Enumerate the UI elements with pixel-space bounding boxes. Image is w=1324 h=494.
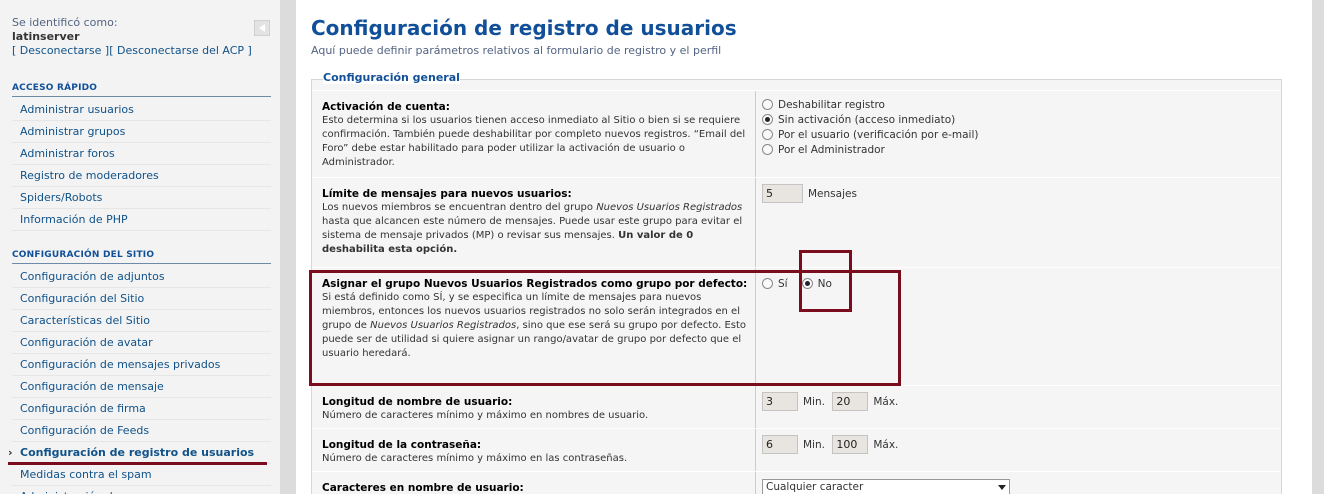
logout-acp-link[interactable]: Desconectarse del ACP	[117, 44, 244, 57]
radio-label: Por el Administrador	[778, 143, 885, 156]
password-length-controls: 6 Min. 100 Máx.	[762, 435, 898, 454]
activation-options: Deshabilitar registro Sin activación (ac…	[762, 97, 978, 157]
radio-button[interactable]	[762, 99, 773, 110]
site-config-heading: CONFIGURACIÓN DEL SITIO	[12, 250, 271, 264]
bracket-open: [	[12, 44, 20, 57]
post-limit-unit: Mensajes	[808, 187, 857, 200]
setting-row-account-activation: Activación de cuenta: Esto determina si …	[312, 90, 1281, 178]
identified-as-label: Se identificó como:	[12, 16, 118, 29]
radio-button[interactable]	[762, 129, 773, 140]
post-limit-input[interactable]: 5	[762, 184, 803, 203]
bracket-mid: ][	[101, 44, 117, 57]
setting-explain: Esto determina si los usuarios tienen ac…	[322, 115, 746, 168]
menu-item-site-config[interactable]: Configuración del Sitio	[12, 288, 271, 310]
username: latinserver	[12, 30, 80, 43]
setting-desc: Activación de cuenta: Esto determina si …	[322, 100, 755, 170]
divider	[755, 91, 756, 178]
setting-label: Caracteres en nombre de usuario:	[322, 482, 524, 494]
menu-item-private-messages[interactable]: Configuración de mensajes privados	[12, 354, 271, 376]
user-info: Se identificó como: latinserver [ Descon…	[12, 16, 252, 58]
radio-admin-activation[interactable]: Por el Administrador	[762, 142, 978, 157]
menu-item-post-settings[interactable]: Configuración de mensaje	[12, 376, 271, 398]
min-label: Min.	[803, 438, 825, 451]
menu-item-spam[interactable]: Medidas contra el spam	[12, 464, 271, 486]
password-min-input[interactable]: 6	[762, 435, 798, 454]
collapse-sidebar-icon[interactable]	[254, 20, 270, 36]
divider	[755, 472, 756, 494]
menu-item-moderator-log[interactable]: Registro de moderadores	[12, 165, 271, 187]
setting-label: Longitud de nombre de usuario:	[322, 396, 513, 408]
page-subtitle: Aquí puede definir parámetros relativos …	[311, 44, 722, 57]
radio-disable-registration[interactable]: Deshabilitar registro	[762, 97, 978, 112]
quick-access-heading: ACCESO RÁPIDO	[12, 83, 271, 97]
menu-item-manage-groups[interactable]: Administrar grupos	[12, 121, 271, 143]
quick-access-menu: Administrar usuarios Administrar grupos …	[12, 99, 271, 231]
setting-label: Activación de cuenta:	[322, 101, 450, 113]
page-title: Configuración de registro de usuarios	[311, 16, 737, 40]
scrollbar[interactable]	[1312, 0, 1324, 494]
setting-label: Límite de mensajes para nuevos usuarios:	[322, 188, 572, 200]
highlight-box-option	[799, 250, 852, 312]
min-label: Min.	[803, 395, 825, 408]
radio-user-activation[interactable]: Por el usuario (verificación por e-mail)	[762, 127, 978, 142]
radio-label: Por el usuario (verificación por e-mail)	[778, 128, 979, 141]
radio-no-activation[interactable]: Sin activación (acceso inmediato)	[762, 112, 978, 127]
menu-item-registration[interactable]: Configuración de registro de usuarios	[8, 442, 271, 464]
setting-row-username-length: Longitud de nombre de usuario: Número de…	[312, 385, 1281, 429]
setting-explain-part: Los nuevos miembros se encuentran dentro…	[322, 202, 597, 213]
divider	[755, 386, 756, 429]
max-label: Máx.	[873, 438, 899, 451]
setting-row-password-length: Longitud de la contraseña: Número de car…	[312, 428, 1281, 472]
setting-explain-em: Nuevos Usuarios Registrados	[596, 202, 743, 213]
menu-item-manage-forums[interactable]: Administrar foros	[12, 143, 271, 165]
logout-link[interactable]: Desconectarse	[20, 44, 102, 57]
password-max-input[interactable]: 100	[832, 435, 869, 454]
fieldset-legend: Configuración general	[323, 71, 460, 84]
session-links: [ Desconectarse ][ Desconectarse del ACP…	[12, 44, 252, 58]
setting-desc: Límite de mensajes para nuevos usuarios:…	[322, 187, 755, 257]
username-min-input[interactable]: 3	[762, 392, 798, 411]
divider	[755, 178, 756, 268]
setting-row-new-member-post-limit: Límite de mensajes para nuevos usuarios:…	[312, 177, 1281, 268]
menu-item-spiders-robots[interactable]: Spiders/Robots	[12, 187, 271, 209]
username-max-input[interactable]: 20	[832, 392, 869, 411]
setting-explain: Número de caracteres mínimo y máximo en …	[322, 453, 628, 464]
setting-label: Longitud de la contraseña:	[322, 439, 482, 451]
menu-item-feeds[interactable]: Configuración de Feeds	[12, 420, 271, 442]
max-label: Máx.	[873, 395, 899, 408]
radio-label: Deshabilitar registro	[778, 98, 885, 111]
menu-item-php-info[interactable]: Información de PHP	[12, 209, 271, 231]
setting-explain: Número de caracteres mínimo y máximo en …	[322, 410, 649, 421]
username-length-controls: 3 Min. 20 Máx.	[762, 392, 898, 411]
post-limit-control: 5 Mensajes	[762, 184, 857, 203]
divider	[755, 429, 756, 472]
menu-item-attachments[interactable]: Configuración de adjuntos	[12, 266, 271, 288]
site-config-menu: Configuración de adjuntos Configuración …	[8, 266, 271, 494]
sidebar: Se identificó como: latinserver [ Descon…	[0, 0, 280, 494]
select-value: Cualquier caracter	[766, 481, 864, 493]
menu-item-site-features[interactable]: Características del Sitio	[12, 310, 271, 332]
setting-desc: Caracteres en nombre de usuario:	[322, 481, 755, 494]
username-chars-select[interactable]: Cualquier caracter	[762, 479, 1010, 494]
highlight-underline	[8, 462, 267, 465]
setting-row-username-chars: Caracteres en nombre de usuario: Cualqui…	[312, 471, 1281, 494]
setting-desc: Longitud de nombre de usuario: Número de…	[322, 395, 755, 423]
main-content: Configuración de registro de usuarios Aq…	[296, 0, 1312, 494]
radio-label: Sin activación (acceso inmediato)	[778, 113, 956, 126]
setting-desc: Longitud de la contraseña: Número de car…	[322, 438, 755, 466]
menu-item-manage-users[interactable]: Administrar usuarios	[12, 99, 271, 121]
radio-button[interactable]	[762, 144, 773, 155]
menu-item-more[interactable]: Administración de ...	[12, 486, 271, 494]
menu-item-avatar[interactable]: Configuración de avatar	[12, 332, 271, 354]
bracket-close: ]	[244, 44, 252, 57]
radio-button-checked[interactable]	[762, 114, 773, 125]
chevron-down-icon	[998, 485, 1006, 490]
menu-item-signature[interactable]: Configuración de firma	[12, 398, 271, 420]
